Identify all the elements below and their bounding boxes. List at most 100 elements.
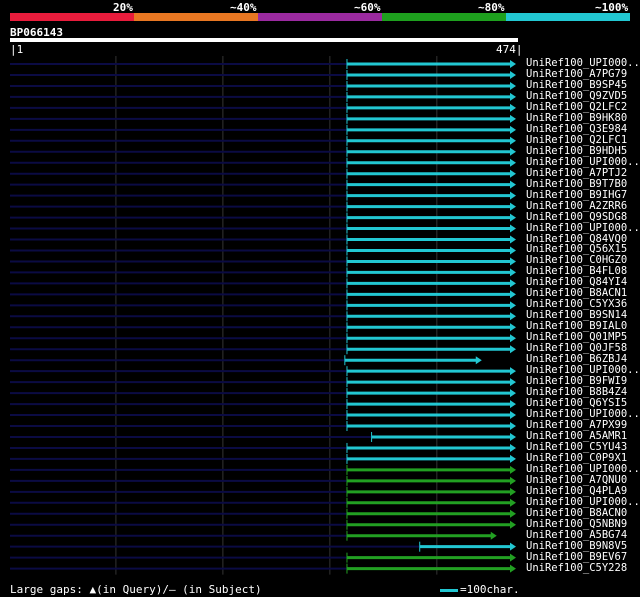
hit-label[interactable]: UniRef100_B9IHG7 [526, 189, 627, 201]
hit-arrow-head [510, 202, 516, 211]
hit-row[interactable] [10, 113, 516, 124]
hit-row[interactable] [10, 322, 516, 333]
hit-label[interactable]: UniRef100_B9EV67 [526, 551, 627, 563]
hit-arrow-head [510, 114, 516, 123]
hit-row[interactable] [10, 278, 516, 289]
hit-arrow-head [510, 257, 516, 266]
hit-arrow-head [510, 169, 516, 178]
hit-row[interactable] [10, 212, 516, 223]
hit-row[interactable] [10, 410, 516, 421]
hit-label[interactable]: UniRef100_B9T7B0 [526, 178, 627, 190]
hit-row[interactable] [10, 355, 482, 366]
hit-arrow-head [510, 432, 516, 441]
hit-arrow-head [510, 411, 516, 420]
hit-arrow-head [510, 224, 516, 233]
hit-arrow-head [490, 531, 497, 540]
hit-arrow-head [510, 70, 516, 79]
hit-row[interactable] [10, 421, 516, 432]
hit-arrow-head [510, 542, 516, 551]
hit-arrow-head [510, 476, 516, 485]
hit-label[interactable]: UniRef100_A2ZRR6 [526, 200, 627, 212]
hit-arrow-head [510, 509, 516, 518]
hit-row[interactable] [10, 80, 516, 91]
hit-arrow-head [510, 268, 516, 277]
hit-arrow-head [510, 378, 516, 387]
hit-arrow-head [510, 136, 516, 145]
hit-row[interactable] [10, 300, 516, 311]
hit-arrow-head [510, 334, 516, 343]
hit-arrow-head [510, 103, 516, 112]
scale-swatch [440, 588, 458, 592]
hit-row[interactable] [10, 190, 516, 201]
hit-arrow-head [510, 498, 516, 507]
hit-row[interactable] [10, 541, 516, 552]
hit-row[interactable] [10, 168, 516, 179]
hit-row[interactable] [10, 135, 516, 146]
hit-row[interactable] [10, 267, 516, 278]
hit-arrow-head [510, 246, 516, 255]
hit-row[interactable] [10, 179, 516, 190]
hit-row[interactable] [10, 388, 516, 399]
hit-arrow-head [510, 389, 516, 398]
hit-row[interactable] [10, 442, 516, 453]
hit-arrow-head [510, 290, 516, 299]
hit-arrow-head [510, 323, 516, 332]
hit-row[interactable] [10, 464, 516, 475]
hit-arrow-head [510, 60, 516, 68]
hit-row[interactable] [10, 124, 516, 135]
hit-row[interactable] [10, 563, 516, 574]
hit-row[interactable] [10, 201, 516, 212]
hit-row[interactable] [10, 245, 516, 256]
hit-row[interactable] [10, 453, 516, 464]
hit-row[interactable] [10, 519, 516, 530]
hit-row[interactable] [10, 377, 516, 388]
hit-arrow-head [475, 356, 482, 365]
hit-row[interactable] [10, 552, 516, 563]
hit-label[interactable]: UniRef100_UPI000.. [526, 222, 640, 234]
hit-row[interactable] [10, 157, 516, 168]
scale-legend-text: =100char. [460, 583, 520, 596]
hit-arrow-head [510, 81, 516, 90]
hit-arrow-head [510, 553, 516, 562]
hit-row[interactable] [10, 234, 516, 245]
hit-arrow-head [510, 345, 516, 354]
hit-arrow-head [510, 367, 516, 376]
hit-arrow-head [510, 454, 516, 463]
hit-row[interactable] [10, 399, 516, 410]
hit-row[interactable] [10, 333, 516, 344]
hit-arrow-head [510, 520, 516, 529]
hit-row[interactable] [10, 256, 516, 267]
hit-label[interactable]: UniRef100_C5Y228 [526, 562, 627, 574]
hit-row[interactable] [10, 431, 516, 442]
hit-row[interactable] [10, 289, 516, 300]
hit-row[interactable] [10, 69, 516, 80]
large-gaps-legend: Large gaps: ▲(in Query)/– (in Subject) [10, 583, 262, 596]
hit-row[interactable] [10, 102, 516, 113]
hit-row[interactable] [10, 91, 516, 102]
hit-row[interactable] [10, 508, 516, 519]
hit-arrow-head [510, 301, 516, 310]
hit-row[interactable] [10, 486, 516, 497]
hit-arrow-head [510, 400, 516, 409]
hit-arrow-head [510, 92, 516, 101]
hit-row[interactable] [10, 311, 516, 322]
hit-row[interactable] [10, 59, 516, 69]
hit-arrow-head [510, 235, 516, 244]
hit-row[interactable] [10, 366, 516, 377]
hit-row[interactable] [10, 530, 497, 541]
hit-row[interactable] [10, 475, 516, 486]
hit-arrow-head [510, 180, 516, 189]
hit-arrow-head [510, 487, 516, 496]
hit-arrow-head [510, 564, 516, 573]
hit-arrow-head [510, 422, 516, 431]
hit-row[interactable] [10, 497, 516, 508]
hit-label[interactable]: UniRef100_Q9SDG8 [526, 211, 627, 223]
hit-arrow-head [510, 279, 516, 288]
hit-arrow-head [510, 191, 516, 200]
hit-row[interactable] [10, 146, 516, 157]
hit-row[interactable] [10, 344, 516, 355]
hit-arrow-head [510, 312, 516, 321]
hit-arrow-head [510, 125, 516, 134]
hit-arrow-head [510, 465, 516, 474]
hit-row[interactable] [10, 223, 516, 234]
